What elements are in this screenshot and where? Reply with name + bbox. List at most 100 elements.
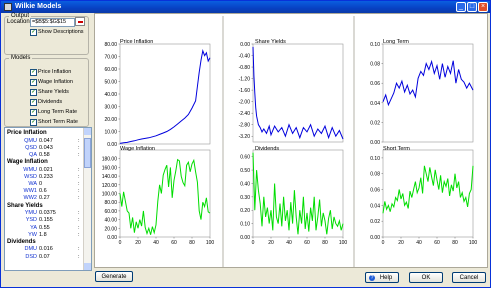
show-descriptions-label: Show Descriptions [38,29,84,35]
parameter-value[interactable]: 0.047 [39,138,53,144]
model-checkbox[interactable]: ✓ [30,89,37,96]
parameter-marker: : [78,246,80,253]
y-tick-label: 0.00 [370,140,380,146]
x-tick-label: 100 [206,240,215,246]
y-tick-label: -1.60 [239,88,251,94]
model-checkbox[interactable]: ✓ [30,69,37,76]
x-tick-label: 20 [398,240,404,246]
window-title: Wilkie Models [15,3,62,10]
chart-title: Price Inflation [120,39,153,45]
y-tick-label: 80.00 [104,200,117,206]
model-checkbox[interactable]: ✓ [30,119,37,126]
parameter-value[interactable]: 0.58 [39,152,50,158]
y-tick-label: 0.10 [370,156,380,162]
parameter-value[interactable]: 0.27 [39,195,50,201]
chart-title: Long Term [383,39,409,45]
range-picker-icon[interactable] [75,17,85,26]
parameter-value[interactable]: 0.6 [39,188,47,194]
y-tick-label: 0.50 [240,168,250,174]
scroll-up-icon[interactable] [84,128,91,135]
chart-title: Wage Inflation [120,146,155,152]
x-tick-label: 100 [339,240,348,246]
parameter-scrollbar[interactable] [83,128,91,270]
parameter-key: WW1 [23,188,37,195]
y-tick-label: 0.10 [240,222,250,228]
plot-frame [382,43,474,143]
x-tick-label: 0 [252,240,255,246]
model-label: Wage Inflation [38,79,73,85]
y-tick-label: 100.00 [102,192,118,198]
model-label: Price Inflation [38,69,72,75]
y-tick-label: 60.00 [104,67,117,73]
parameter-value[interactable]: 0 [39,181,42,187]
parameter-list[interactable]: Price Inflation QMU 0.047: QSD 0.043: QA 0.58:… [4,127,92,271]
x-tick-label: 60 [434,240,440,246]
cancel-button[interactable]: Cancel [452,272,486,283]
parameter-key: DSD [25,253,37,260]
parameter-marker: : [78,195,80,202]
scroll-thumb[interactable] [84,138,91,168]
x-tick-label: 40 [286,240,292,246]
parameter-key: QA [29,151,37,158]
y-tick-label: 0.60 [240,155,250,161]
parameter-marker: : [78,188,80,195]
y-tick-label: 70.00 [104,55,117,61]
parameter-key: WSD [24,173,37,180]
y-tick-label: 40.00 [104,218,117,224]
y-tick-label: 0.00 [240,42,250,48]
parameter-group-title: Wage Inflation [7,159,48,166]
model-label: Long Term Rate [38,109,78,115]
x-tick-label: 80 [452,240,458,246]
ok-button[interactable]: OK [409,272,443,283]
y-tick-label: 0.02 [370,120,380,126]
model-checkbox[interactable]: ✓ [30,79,37,86]
parameter-key: DMU [24,246,37,253]
parameter-marker: : [78,253,80,260]
parameter-key: WW2 [23,195,37,202]
y-tick-label: 10.00 [104,130,117,136]
model-checkbox[interactable]: ✓ [30,99,37,106]
close-icon[interactable]: × [478,2,488,12]
parameter-marker: : [78,151,80,158]
generate-button[interactable]: Generate [95,271,133,282]
y-tick-label: 140.00 [102,174,118,180]
parameter-key: WA [28,181,37,187]
parameter-value[interactable]: 1.8 [39,232,47,238]
y-tick-label: 60.00 [104,209,117,215]
parameter-marker: : [78,144,80,151]
parameter-value[interactable]: 0.155 [39,217,53,223]
model-label: Dividends [38,99,63,105]
parameter-key: YSD [25,217,37,224]
parameter-marker: : [78,166,80,173]
y-tick-label: -3.20 [239,134,251,140]
parameter-value[interactable]: 0.0375 [39,210,56,216]
parameter-value[interactable]: 0.043 [39,145,53,151]
parameter-marker: : [78,137,80,144]
parameter-value[interactable]: 0.233 [39,174,53,180]
show-descriptions-checkbox[interactable]: ✓ [30,29,37,36]
x-tick-label: 100 [469,240,478,246]
x-tick-label: 60 [171,240,177,246]
parameter-value[interactable]: 0.016 [39,246,53,252]
parameter-value[interactable]: 0.55 [39,225,50,231]
title-bar[interactable]: Wilkie Models _ □ × [1,1,490,13]
parameter-marker: : [78,173,80,180]
parameter-key: WMU [23,166,37,173]
parameter-value[interactable]: 0.021 [39,167,53,173]
plot-frame [252,149,344,238]
parameter-value[interactable]: 0.07 [39,254,50,260]
location-input[interactable]: =$B$5:$G$15 [30,18,75,27]
x-tick-label: 40 [416,240,422,246]
y-tick-label: 0.06 [370,188,380,194]
model-label: Short Term Rate [38,119,78,125]
minimize-icon[interactable]: _ [456,2,466,12]
y-tick-label: 0.00 [107,142,117,148]
parameter-group-title: Share Yields [7,202,43,209]
maximize-icon[interactable]: □ [467,2,477,12]
x-tick-label: 20 [135,240,141,246]
model-checkbox[interactable]: ✓ [30,109,37,116]
y-tick-label: -0.40 [239,54,251,60]
help-button[interactable]: ? Help [365,272,399,283]
scroll-down-icon[interactable] [84,263,91,270]
y-tick-label: 0.40 [240,181,250,187]
